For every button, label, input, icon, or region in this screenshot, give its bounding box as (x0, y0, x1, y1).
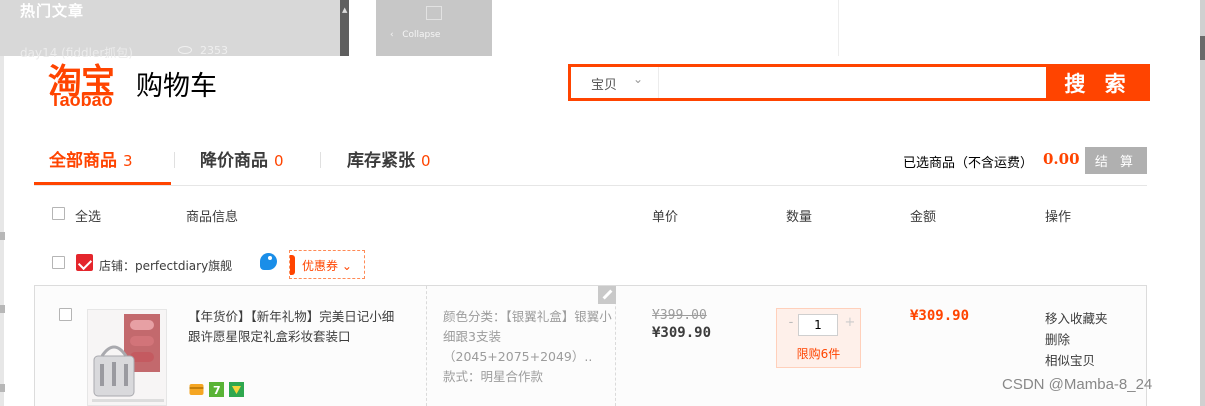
background-divider: ▲ (340, 0, 349, 56)
item-subtotal: ¥309.90 (910, 308, 970, 324)
edge-mark (0, 232, 5, 240)
column-actions: 操作 (1045, 210, 1072, 225)
purchase-limit-label: 限购6件 (796, 347, 841, 361)
select-all-checkbox[interactable] (52, 207, 65, 220)
background-post-views: 2353 (200, 44, 228, 57)
quantity-stepper: - + 限购6件 (776, 308, 861, 368)
select-all-label[interactable]: 全选 (75, 206, 101, 225)
quantity-decrease-button[interactable]: - (784, 315, 798, 335)
taobao-logo[interactable]: 淘宝 Taobao (48, 60, 132, 112)
left-edge (0, 56, 4, 406)
quantity-input[interactable] (798, 314, 838, 336)
sku-info[interactable]: 颜色分类：【银翼礼盒】银翼小细跟3支装（2045+2075+2049）.. 款式… (443, 307, 613, 387)
eye-icon (178, 46, 192, 54)
tab-all-items[interactable]: 全部商品 3 (49, 146, 133, 171)
checkout-button[interactable]: 结 算 (1085, 147, 1147, 174)
shop-name-link[interactable]: 店铺：perfectdiary旗舰 (99, 257, 232, 274)
caret-icon: ▲ (342, 6, 348, 14)
search-type-select[interactable]: 宝贝 ⌄ (571, 67, 659, 98)
column-product-info: 商品信息 (186, 210, 239, 225)
tab-count: 0 (274, 152, 284, 170)
item-checkbox[interactable] (59, 308, 72, 321)
column-amount: 金额 (910, 210, 937, 225)
guarantee-badge-icon (229, 382, 244, 397)
similar-items-link[interactable]: 相似宝贝 (1045, 350, 1108, 371)
product-title-link[interactable]: 【年货价】【新年礼物】完美日记小细跟许愿星限定礼盒彩妆套装口 (188, 307, 398, 347)
sku-color: 颜色分类：【银翼礼盒】银翼小细跟3支装（2045+2075+2049）.. (443, 309, 612, 364)
delete-link[interactable]: 删除 (1045, 329, 1108, 350)
tab-label: 降价商品 (200, 151, 268, 171)
item-actions: 移入收藏夹 删除 相似宝贝 (1045, 308, 1108, 371)
tab-count: 3 (123, 152, 133, 170)
column-unit-price: 单价 (652, 210, 679, 225)
chevron-down-icon: ⌄ (633, 72, 644, 86)
edit-sku-icon[interactable] (598, 286, 616, 304)
wangwang-chat-icon[interactable] (260, 253, 277, 270)
tab-count: 0 (421, 152, 431, 170)
selected-summary: 已选商品（不含运费） 0.00 (903, 150, 1080, 171)
shop-icon (76, 254, 93, 271)
tab-low-stock[interactable]: 库存紧张 0 (347, 146, 431, 171)
tab-price-drop[interactable]: 降价商品 0 (200, 146, 284, 171)
background-collapse-panel: ‹ Collapse (376, 0, 492, 56)
search-type-label: 宝贝 (591, 78, 618, 93)
original-price: ¥399.00 (652, 308, 707, 323)
product-image-icon (88, 310, 166, 405)
edge-mark (0, 305, 5, 313)
tab-label: 库存紧张 (347, 151, 415, 171)
coupon-bar (290, 255, 295, 275)
background-sidebar: 热门文章 day14 (fiddler抓包) 2353 (0, 0, 340, 60)
collapse-button[interactable]: ‹ Collapse (390, 30, 440, 40)
search-input[interactable] (661, 67, 1043, 98)
search-bar: 宝贝 ⌄ 搜 索 (568, 64, 1150, 101)
quantity-increase-button[interactable]: + (843, 315, 857, 335)
background-divider-line (838, 0, 839, 56)
product-thumbnail[interactable] (87, 309, 167, 406)
seven-day-return-icon: 7 (209, 382, 224, 397)
card-badge-icon (189, 384, 204, 395)
background-section-title: 热门文章 (20, 2, 85, 20)
tab-separator (320, 152, 321, 168)
tab-label: 全部商品 (49, 151, 117, 171)
logo-text-en: Taobao (50, 90, 113, 110)
current-price: ¥309.90 (652, 325, 712, 341)
move-to-favorites-link[interactable]: 移入收藏夹 (1045, 308, 1108, 329)
edge-mark (0, 384, 5, 392)
selected-label: 已选商品（不含运费） (903, 156, 1034, 171)
scrollbar[interactable] (1200, 0, 1205, 406)
square-icon (426, 6, 442, 20)
watermark: CSDN @Mamba-8_24 (1002, 376, 1153, 393)
page-title: 购物车 (136, 71, 217, 102)
column-quantity: 数量 (786, 210, 813, 225)
coupon-label: 优惠券 ⌄ (302, 259, 352, 273)
svg-text:7: 7 (213, 384, 221, 397)
sku-style: 款式：明星合作款 (443, 369, 544, 384)
search-button[interactable]: 搜 索 (1046, 64, 1150, 101)
coupon-button[interactable]: 优惠券 ⌄ (289, 250, 365, 279)
shop-checkbox[interactable] (52, 256, 65, 269)
tabs-divider (34, 185, 1147, 186)
tab-separator (174, 152, 175, 168)
selected-amount: 0.00 (1043, 150, 1080, 168)
scrollbar-thumb[interactable] (1200, 36, 1205, 60)
